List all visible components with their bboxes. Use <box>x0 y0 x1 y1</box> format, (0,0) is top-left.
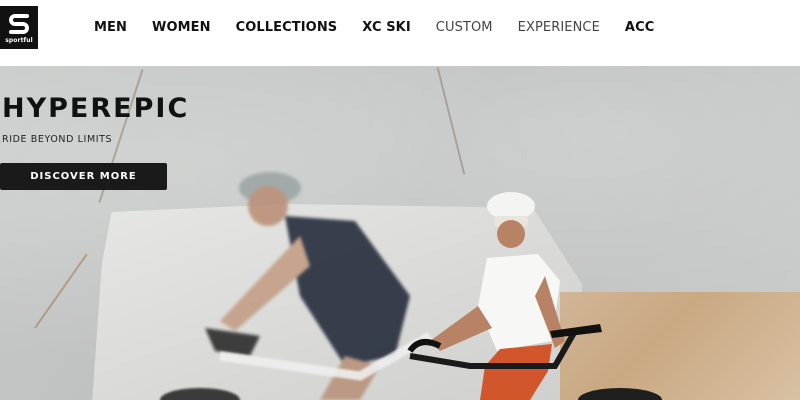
hero-title: HYPEREPIC <box>2 93 190 124</box>
nav-item-custom[interactable]: CUSTOM <box>436 20 493 35</box>
discover-more-button[interactable]: DISCOVER MORE <box>0 163 167 190</box>
nav-item-experience[interactable]: EXPERIENCE <box>518 20 600 35</box>
nav-item-men[interactable]: MEN <box>94 20 127 35</box>
nav-item-xc-ski[interactable]: XC SKI <box>362 20 411 35</box>
nav-item-collections[interactable]: COLLECTIONS <box>236 20 338 35</box>
hero-banner: HYPEREPIC RIDE BEYOND LIMITS DISCOVER MO… <box>0 66 800 400</box>
nav-item-acc[interactable]: ACC <box>625 20 654 35</box>
brand-logo[interactable]: sportful <box>0 6 38 49</box>
sportful-logo-icon <box>9 13 29 34</box>
site-header: sportful MEN WOMEN COLLECTIONS XC SKI CU… <box>0 0 800 66</box>
nav-item-women[interactable]: WOMEN <box>152 20 211 35</box>
main-nav: MEN WOMEN COLLECTIONS XC SKI CUSTOM EXPE… <box>94 20 679 35</box>
hero-subtitle: RIDE BEYOND LIMITS <box>2 134 113 145</box>
logo-wordmark: sportful <box>5 36 33 44</box>
